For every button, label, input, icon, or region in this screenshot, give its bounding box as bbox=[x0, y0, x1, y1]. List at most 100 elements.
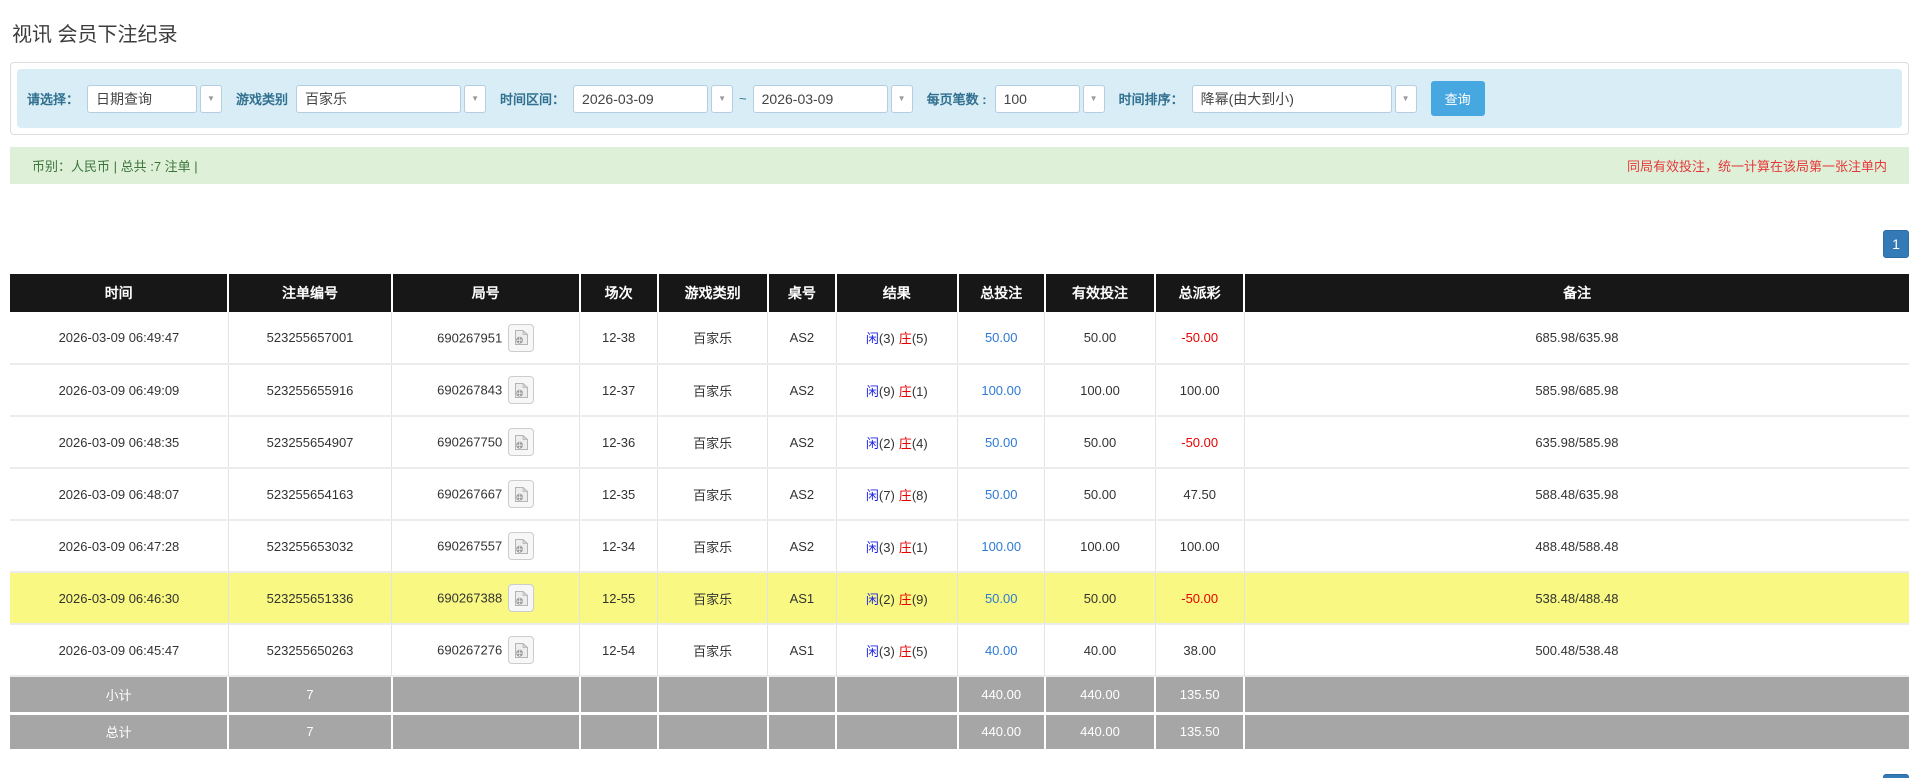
cell-game-type: 百家乐 bbox=[657, 364, 769, 417]
cell-table-no: AS2 bbox=[767, 364, 837, 417]
cell-total-bet: 40.00 bbox=[957, 624, 1046, 677]
subtotal-empty-cell bbox=[657, 676, 769, 715]
sort-order-combobox: 降幂(由大到小) ▼ bbox=[1191, 84, 1417, 113]
date-from-input[interactable]: 2026-03-09 bbox=[573, 84, 709, 113]
round-number: 690267843 bbox=[437, 382, 503, 398]
cell-result: 闲(2) 庄(4) bbox=[836, 416, 959, 469]
table-row: 2026-03-09 06:49:47 523255657001 690267951… bbox=[10, 312, 1909, 365]
cell-table-no: AS2 bbox=[767, 468, 837, 521]
game-type-arrow-button[interactable]: ▼ bbox=[464, 84, 487, 113]
cell-time: 2026-03-09 06:47:28 bbox=[10, 520, 229, 573]
cell-session: 12-35 bbox=[579, 468, 659, 521]
cell-game-type: 百家乐 bbox=[657, 520, 769, 573]
game-type-combobox: 百家乐 ▼ bbox=[296, 84, 487, 113]
result-player: 闲 bbox=[865, 435, 879, 451]
total-bet-link[interactable]: 50.00 bbox=[985, 487, 1018, 502]
sort-order-label: 时间排序： bbox=[1118, 92, 1184, 107]
video-file-icon bbox=[514, 590, 529, 606]
page-title: 视讯 会员下注纪录 bbox=[12, 24, 178, 46]
cell-note: 685.98/635.98 bbox=[1244, 312, 1909, 365]
cell-game-type: 百家乐 bbox=[657, 468, 769, 521]
total-bet-link[interactable]: 50.00 bbox=[985, 435, 1018, 450]
cell-valid-bet: 50.00 bbox=[1044, 572, 1156, 625]
cell-valid-bet: 50.00 bbox=[1044, 468, 1156, 521]
page-1-button[interactable]: 1 bbox=[1883, 230, 1909, 258]
search-button[interactable]: 查询 bbox=[1430, 81, 1485, 116]
video-file-icon bbox=[514, 329, 529, 345]
total-bet-link[interactable]: 100.00 bbox=[981, 383, 1021, 398]
subtotal-count: 7 bbox=[228, 676, 393, 715]
page-size-arrow-button[interactable]: ▼ bbox=[1082, 84, 1105, 113]
total-bet-link[interactable]: 100.00 bbox=[981, 539, 1021, 554]
total-bet-link[interactable]: 50.00 bbox=[985, 591, 1018, 606]
page-1-button[interactable]: 1 bbox=[1883, 773, 1909, 778]
time-range-label: 时间区间： bbox=[500, 92, 566, 107]
video-file-icon bbox=[514, 642, 529, 658]
cell-payout: -50.00 bbox=[1155, 312, 1245, 365]
cell-round: 690267276 bbox=[391, 624, 581, 677]
filter-toolbar: 请选择： 日期查询 ▼ 游戏类别 百家乐 ▼ 时间区间： 2026-03-09 … bbox=[17, 69, 1902, 128]
result-banker: 庄 bbox=[898, 643, 912, 659]
video-replay-button[interactable] bbox=[508, 584, 535, 612]
cell-note: 635.98/585.98 bbox=[1244, 416, 1909, 469]
date-from-combobox: 2026-03-09 ▼ bbox=[573, 84, 734, 113]
cell-note: 585.98/685.98 bbox=[1244, 364, 1909, 417]
video-replay-button[interactable] bbox=[508, 323, 535, 352]
video-replay-button[interactable] bbox=[508, 532, 535, 560]
query-type-arrow-button[interactable]: ▼ bbox=[200, 84, 223, 113]
valid-bet-notice-text: 同局有效投注，统一计算在该局第一张注单内 bbox=[1626, 159, 1887, 174]
page: 视讯 会员下注纪录 请选择： 日期查询 ▼ 游戏类别 百家乐 ▼ 时间区间： 2… bbox=[0, 0, 1919, 778]
round-number: 690267951 bbox=[437, 330, 503, 345]
chevron-down-icon: ▼ bbox=[471, 93, 479, 103]
filter-panel: 请选择： 日期查询 ▼ 游戏类别 百家乐 ▼ 时间区间： 2026-03-09 … bbox=[10, 62, 1909, 135]
cell-table-no: AS1 bbox=[767, 572, 837, 625]
subtotal-payout: 135.50 bbox=[1155, 676, 1246, 715]
result-banker-points: (1) bbox=[911, 383, 928, 399]
cell-note: 538.48/488.48 bbox=[1244, 572, 1909, 625]
sort-order-input[interactable]: 降幂(由大到小) bbox=[1191, 84, 1392, 113]
subtotal-empty-cell bbox=[836, 676, 959, 715]
video-replay-button[interactable] bbox=[508, 428, 535, 456]
date-to-input[interactable]: 2026-03-09 bbox=[752, 84, 888, 113]
video-replay-button[interactable] bbox=[508, 480, 535, 508]
cell-bet-id: 523255655916 bbox=[228, 364, 393, 417]
total-empty-cell bbox=[767, 713, 838, 752]
result-banker-points: (4) bbox=[911, 435, 928, 451]
total-empty-cell bbox=[836, 713, 959, 752]
result-player-points: (3) bbox=[878, 643, 895, 659]
result-banker: 庄 bbox=[898, 591, 912, 607]
date-from-arrow-button[interactable]: ▼ bbox=[711, 84, 734, 113]
cell-payout: -50.00 bbox=[1155, 572, 1245, 625]
chevron-down-icon: ▼ bbox=[718, 93, 726, 103]
result-player-points: (2) bbox=[878, 435, 895, 451]
page-size-combobox: 100 ▼ bbox=[994, 84, 1105, 113]
cell-note: 488.48/588.48 bbox=[1244, 520, 1909, 573]
column-header-2: 局号 bbox=[391, 274, 581, 312]
video-file-icon bbox=[514, 434, 529, 450]
video-replay-button[interactable] bbox=[508, 636, 535, 664]
result-player-points: (7) bbox=[878, 487, 895, 503]
cell-valid-bet: 100.00 bbox=[1044, 364, 1156, 417]
cell-result: 闲(2) 庄(9) bbox=[836, 572, 959, 625]
chevron-down-icon: ▼ bbox=[1401, 93, 1410, 103]
date-to-arrow-button[interactable]: ▼ bbox=[890, 84, 913, 113]
page-size-input[interactable]: 100 bbox=[994, 84, 1080, 113]
cell-session: 12-55 bbox=[579, 572, 659, 625]
total-bet-link[interactable]: 50.00 bbox=[985, 330, 1018, 345]
game-type-input[interactable]: 百家乐 bbox=[296, 84, 462, 113]
result-player: 闲 bbox=[865, 539, 879, 555]
cell-time: 2026-03-09 06:46:30 bbox=[10, 572, 229, 625]
total-bet-link[interactable]: 40.00 bbox=[985, 643, 1018, 658]
chevron-down-icon: ▼ bbox=[897, 93, 906, 103]
table-row: 2026-03-09 06:45:47 523255650263 690267276… bbox=[10, 624, 1909, 677]
column-header-6: 结果 bbox=[836, 274, 959, 312]
cell-session: 12-38 bbox=[579, 312, 659, 365]
result-player: 闲 bbox=[865, 331, 879, 346]
round-number: 690267276 bbox=[437, 642, 503, 658]
cell-time: 2026-03-09 06:48:07 bbox=[10, 468, 229, 521]
result-banker-points: (9) bbox=[911, 591, 928, 607]
video-replay-button[interactable] bbox=[508, 376, 535, 404]
column-header-0: 时间 bbox=[10, 274, 230, 312]
query-type-input[interactable]: 日期查询 bbox=[87, 84, 198, 113]
sort-order-arrow-button[interactable]: ▼ bbox=[1394, 84, 1417, 113]
